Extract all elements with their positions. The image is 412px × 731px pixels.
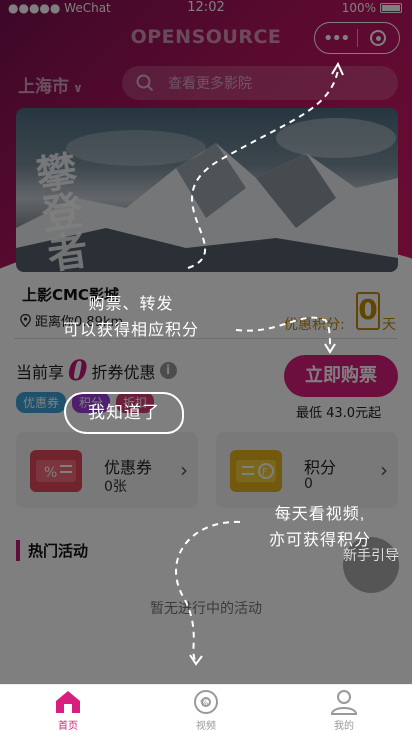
overlay-hint-video: 每天看视频, 亦可获得积分 <box>246 502 394 554</box>
video-icon: % <box>194 690 218 714</box>
bottom-tab-bar: 首页 % 视频 我的 <box>0 684 412 731</box>
svg-text:%: % <box>200 699 209 709</box>
tab-home[interactable]: 首页 <box>28 689 108 731</box>
home-icon <box>56 691 80 713</box>
hint2-line2: 亦可获得积分 <box>268 532 371 549</box>
tab-video-label: 视频 <box>196 721 216 731</box>
overlay-hint-purchase: 购票、转发 可以获得相应积分 <box>46 292 216 344</box>
profile-icon <box>330 690 358 715</box>
tab-profile-label: 我的 <box>334 721 354 731</box>
tab-profile[interactable]: 我的 <box>304 689 384 731</box>
hint1-line1: 购票、转发 <box>88 296 174 313</box>
hint2-line1: 每天看视频, <box>274 506 366 523</box>
home-page: ●●●●● WeChat 12:02 100% OPENSOURCE ••• 上… <box>0 0 412 731</box>
got-it-button[interactable]: 我知道了 <box>64 392 184 434</box>
tab-home-label: 首页 <box>58 721 78 731</box>
tab-video[interactable]: % 视频 <box>166 689 246 731</box>
hint1-line2: 可以获得相应积分 <box>62 322 199 339</box>
